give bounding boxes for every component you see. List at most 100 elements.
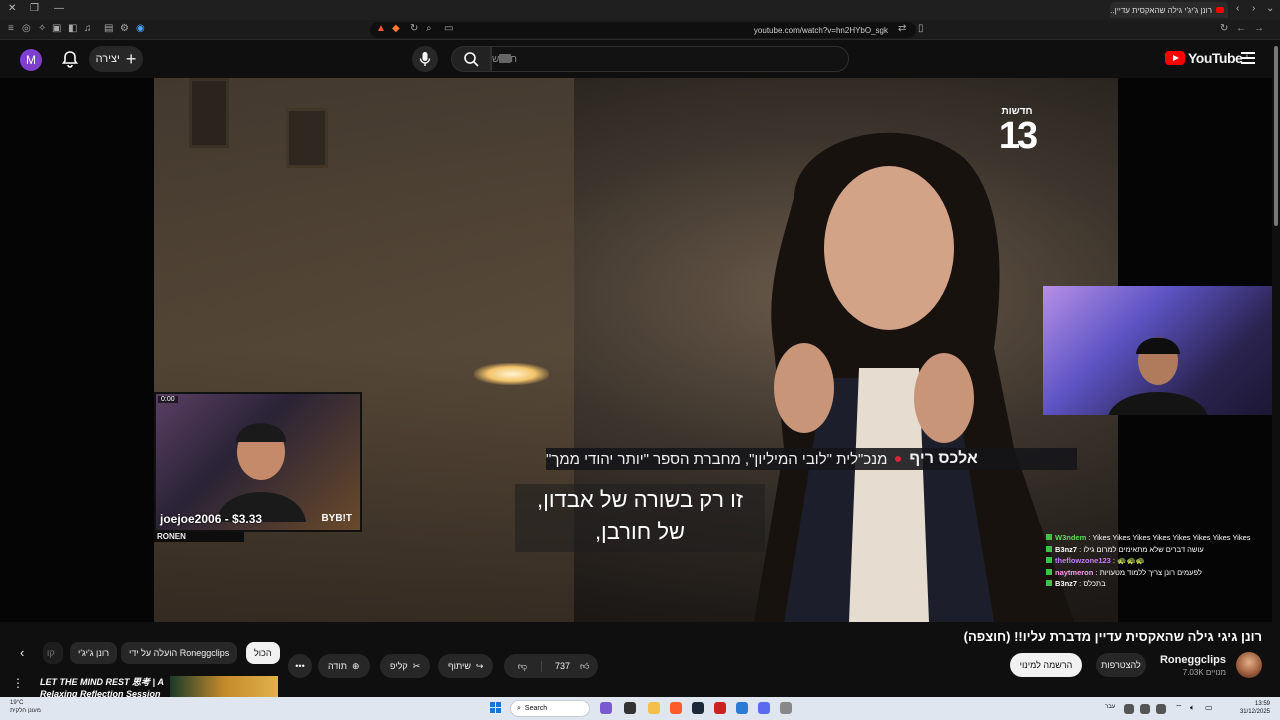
channel-avatar[interactable] (1236, 652, 1262, 678)
subtitle-line: של חורבן, (594, 519, 686, 544)
lower-third-description: מנכ"לית "לובי המיליון", מחברת הספר "יותר… (546, 450, 888, 468)
reactor-webcam-overlay (1043, 286, 1272, 415)
chip-all[interactable]: הכול (246, 642, 280, 664)
tray-icon[interactable] (1156, 704, 1166, 714)
brave-shields-icon[interactable]: ◆ (392, 23, 400, 34)
wall-picture-frame (286, 108, 328, 168)
chevron-left-icon[interactable]: ‹ (20, 645, 24, 660)
join-button[interactable]: להצטרפות (1096, 653, 1146, 677)
windows-taskbar: 19°C מעונן חלקית ⌕ Search עבר ⌔ 🔈︎ ▭ 13:… (0, 697, 1280, 720)
donation-alert: joejoe2006 - $3.33 (160, 512, 263, 526)
browser-forward-icon[interactable]: → (1254, 23, 1264, 34)
chat-username: naytmeron (1055, 567, 1094, 577)
tray-icon[interactable] (1124, 704, 1134, 714)
music-icon[interactable]: ♫ (84, 23, 92, 34)
thanks-button[interactable]: תודה ⊕ (318, 654, 370, 678)
discord-icon[interactable] (758, 702, 770, 714)
taskbar-search-label: Search (524, 705, 548, 712)
file-explorer-icon[interactable] (648, 702, 660, 714)
chip-partial[interactable]: קו (43, 642, 63, 664)
chip-uploaded-by[interactable]: הועלה על ידי Roneggclips (121, 642, 238, 664)
chat-username: theflowzone123 (1055, 556, 1111, 565)
close-window-icon[interactable]: ✕ (8, 3, 16, 14)
hamburger-icon[interactable]: ≡ (8, 23, 14, 34)
wifi-icon[interactable]: ⌔ (1175, 703, 1183, 713)
screen-icon[interactable]: ▭ (444, 23, 453, 34)
task-view-icon[interactable] (624, 702, 636, 714)
clip-button[interactable]: קליפ ✂ (380, 654, 431, 678)
chat-username: W3ndem (1055, 533, 1087, 542)
chat-message: W3ndem : Yikes Yikes Yikes Yikes Yikes Y… (1046, 532, 1272, 544)
recommendation-chips: ‹ קו רונן ג'יג'י הועלה על ידי Roneggclip… (16, 642, 280, 664)
brave-rewards-icon[interactable]: ▲ (376, 23, 386, 34)
channel-name[interactable]: Roneggclips (1160, 654, 1226, 666)
chip-ronen[interactable]: רונן ג'יג'י (70, 642, 118, 664)
sidebar-icon[interactable]: ◧ (68, 23, 77, 34)
shield-icon[interactable]: ◎ (22, 23, 31, 34)
forward-icon[interactable]: › (1252, 3, 1255, 14)
volume-icon[interactable]: 🔈︎ (1190, 703, 1195, 713)
more-actions-button[interactable]: ••• (288, 654, 312, 678)
steam-icon[interactable] (692, 702, 704, 714)
search-input[interactable]: חיפוש (491, 46, 849, 72)
subscribe-button[interactable]: הרשמה למינוי (1010, 653, 1082, 677)
chat-message: B3nz7 : עושה דברים שלא מתאימים למרום גיל… (1046, 544, 1272, 556)
chat-text: Yikes Yikes Yikes Yikes Yikes Yikes Yike… (1092, 533, 1251, 542)
tab-list-icon[interactable]: ⌄ (1266, 3, 1274, 14)
app-icon[interactable] (714, 702, 726, 714)
account-avatar[interactable]: M (20, 49, 42, 71)
taskbar-clock[interactable]: 13:59 31/12/2025 (1240, 700, 1270, 716)
language-indicator[interactable]: עבר (1105, 704, 1115, 710)
video-subtitles: זו רק בשורה של אבדון, של חורבן, (515, 484, 765, 552)
guide-menu-icon[interactable] (1241, 52, 1255, 64)
like-count[interactable]: 737 (547, 661, 570, 671)
weather-widget[interactable]: 19°C מעונן חלקית (10, 699, 41, 715)
extensions-icon[interactable]: ▣ (52, 23, 61, 34)
more-vert-icon[interactable]: ⋮ (12, 676, 24, 690)
windows-start-icon[interactable] (490, 702, 502, 714)
create-label: יצירה (95, 53, 120, 65)
youtube-play-logo-icon (1165, 51, 1185, 65)
voice-search-button[interactable] (412, 46, 438, 72)
translate-icon[interactable]: ⇄ (898, 23, 906, 34)
reload-page-icon[interactable]: ↻ (1220, 23, 1228, 34)
battery-icon[interactable]: ▭ (1205, 703, 1213, 712)
recommendation-thumbnail[interactable] (170, 676, 278, 698)
browser-back-icon[interactable]: ← (1236, 23, 1246, 34)
sponsor-logo: BYB!T (321, 513, 352, 524)
thumbs-up-icon[interactable]: 👍︎ (575, 661, 589, 672)
overlay-timer: 0:00 (158, 396, 178, 403)
settings-icon[interactable] (780, 702, 792, 714)
youtube-logo[interactable]: YouTube IL (1165, 50, 1250, 66)
restore-window-icon[interactable]: ❐ (30, 3, 39, 14)
create-button[interactable]: יצירה + (89, 46, 143, 72)
brave-browser-icon[interactable] (670, 702, 682, 714)
subtitle-line: זו רק בשורה של אבדון, (537, 487, 743, 512)
share-button[interactable]: שיתוף ↪ (438, 654, 494, 678)
vpn-icon[interactable]: ◉ (136, 23, 145, 34)
scrollbar-thumb[interactable] (1274, 46, 1278, 226)
app-icon[interactable] (736, 702, 748, 714)
search-button[interactable] (451, 46, 491, 72)
browser-tab[interactable]: רונן ג'יג'י גילה שהאקסית עדיין... ✕ (1110, 2, 1228, 18)
thumbs-down-icon[interactable]: 👎︎ (504, 660, 542, 672)
minimize-window-icon[interactable]: — (54, 3, 64, 14)
taskbar-search[interactable]: ⌕ Search (510, 700, 590, 717)
recommendation-title[interactable]: LET THE MIND REST 思考 | A Relaxing Reflec… (40, 676, 165, 698)
keyboard-icon[interactable] (499, 54, 511, 63)
zoom-icon[interactable]: ⌕ (426, 23, 432, 34)
copilot-icon[interactable] (600, 702, 612, 714)
refresh-icon[interactable]: ↻ (410, 23, 418, 34)
settings-icon[interactable]: ⚙ (120, 23, 129, 34)
wallet-icon[interactable]: ▤ (104, 23, 113, 34)
back-icon[interactable]: ‹ (1236, 3, 1239, 14)
more-icon: ••• (295, 661, 305, 671)
tab-title: רונן ג'יג'י גילה שהאקסית עדיין... (1110, 5, 1212, 15)
leo-icon[interactable]: ✧ (38, 23, 46, 34)
streamer-name-bar: RONEN (154, 532, 244, 542)
tray-icon[interactable] (1140, 704, 1150, 714)
recommendation-item[interactable]: ⋮ LET THE MIND REST 思考 | A Relaxing Refl… (0, 672, 290, 698)
bookmark-icon[interactable]: ▯ (918, 23, 924, 34)
notifications-bell-icon[interactable] (60, 49, 80, 69)
video-player[interactable]: חדשות 13 אלכס ריף מנכ"לית "לובי המיליון"… (0, 78, 1272, 622)
